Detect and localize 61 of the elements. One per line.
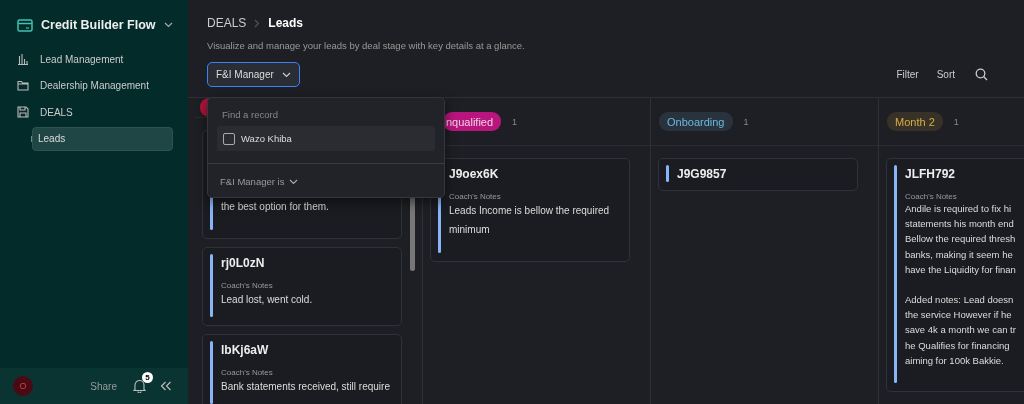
card-count: 1 bbox=[953, 116, 959, 127]
lead-id: lbKj6aW bbox=[221, 342, 270, 358]
card-icon bbox=[17, 18, 33, 32]
page-description: Visualize and manage your leads by deal stage with key details at a glance. bbox=[206, 39, 526, 51]
note-text: Bank statements received, still require bbox=[221, 380, 390, 394]
nav-item[interactable]: DEALS bbox=[0, 99, 188, 126]
search-icon[interactable] bbox=[975, 68, 988, 81]
filter-option[interactable]: Wazo Khiba bbox=[217, 126, 435, 151]
lead-id: J9oex6K bbox=[449, 166, 500, 182]
nav-item[interactable]: Lead Management bbox=[0, 46, 188, 73]
notes-label: Coach's Notes bbox=[221, 368, 274, 377]
chevron-right-icon bbox=[254, 18, 261, 28]
breadcrumb-link[interactable]: DEALS bbox=[207, 16, 247, 30]
lead-id: JLFH792 bbox=[905, 166, 957, 182]
card-count: 1 bbox=[512, 116, 518, 127]
checkbox[interactable] bbox=[223, 132, 235, 145]
folder-icon bbox=[17, 80, 29, 92]
lead-card[interactable]: J9oex6K Coach's Notes Leads Income is bellow the required minimum bbox=[430, 158, 630, 262]
note-line: Andile is required to fix hi bbox=[905, 202, 1013, 216]
note-line: have the Liquidity for finan bbox=[905, 262, 1016, 277]
nav-item[interactable]: Leads bbox=[32, 126, 173, 151]
notes-label: Coach's Notes bbox=[221, 281, 274, 290]
lead-card[interactable] bbox=[886, 158, 1024, 393]
filter-dropdown[interactable]: F&I Manager bbox=[207, 62, 300, 87]
bell-icon[interactable] bbox=[133, 379, 146, 393]
note-line: he Qualifies for financing bbox=[905, 338, 1011, 353]
condition-dropdown[interactable]: F&I Manager is bbox=[220, 176, 299, 187]
status-tag: Month 2 bbox=[887, 112, 943, 131]
lead-id: J9G9857 bbox=[677, 166, 727, 182]
status-tag: Onboarding bbox=[659, 112, 733, 131]
chevron-down-icon bbox=[289, 178, 299, 185]
double-chevron-left-icon[interactable] bbox=[160, 381, 172, 391]
note-line: Added notes: Lead doesn bbox=[905, 293, 1015, 307]
notes-label: Coach's Notes bbox=[905, 192, 958, 201]
chevron-down-icon[interactable] bbox=[163, 22, 173, 28]
nav-item[interactable]: Dealership Management bbox=[0, 72, 188, 99]
lead-card[interactable]: lbKj6aW Coach's Notes Bank statements received, still require bbox=[202, 334, 402, 404]
toolbar-button[interactable]: Sort bbox=[934, 67, 957, 82]
lead-id: rj0L0zN bbox=[221, 255, 266, 271]
page-title: Leads bbox=[268, 16, 304, 30]
lead-card[interactable]: rj0L0zN Coach's Notes Lead lost, went cold. bbox=[202, 247, 402, 326]
search-field[interactable]: Find a record bbox=[222, 106, 434, 122]
status-tag: nqualified bbox=[443, 112, 502, 131]
note-line: banks, making it seem he bbox=[905, 247, 1014, 262]
toolbar-button[interactable]: Filter bbox=[894, 67, 921, 82]
note-line: the service However if he bbox=[905, 308, 1013, 323]
note-text: Lead lost, went cold. bbox=[221, 293, 313, 307]
note-line: statements his month end bbox=[905, 217, 1015, 232]
note-line: Bellow the required thresh bbox=[905, 232, 1016, 247]
chevron-down-icon bbox=[281, 71, 291, 78]
notification-count: 5 bbox=[142, 372, 153, 383]
lead-card[interactable]: J9G9857 bbox=[658, 158, 858, 191]
note-line: save 4k a month we can tr bbox=[905, 323, 1016, 338]
card-count: 1 bbox=[743, 116, 749, 127]
note-line: aiming for 100k Bakkie. bbox=[905, 353, 1005, 368]
share-link[interactable]: Share bbox=[90, 380, 117, 392]
workspace-name[interactable]: Credit Builder Flow bbox=[41, 18, 156, 32]
note-text: the best option for them. bbox=[221, 200, 329, 214]
notes-label: Coach's Notes bbox=[449, 192, 502, 201]
note-text: Leads Income is bellow the required minimum bbox=[449, 204, 611, 237]
bar-chart-icon bbox=[17, 53, 29, 66]
